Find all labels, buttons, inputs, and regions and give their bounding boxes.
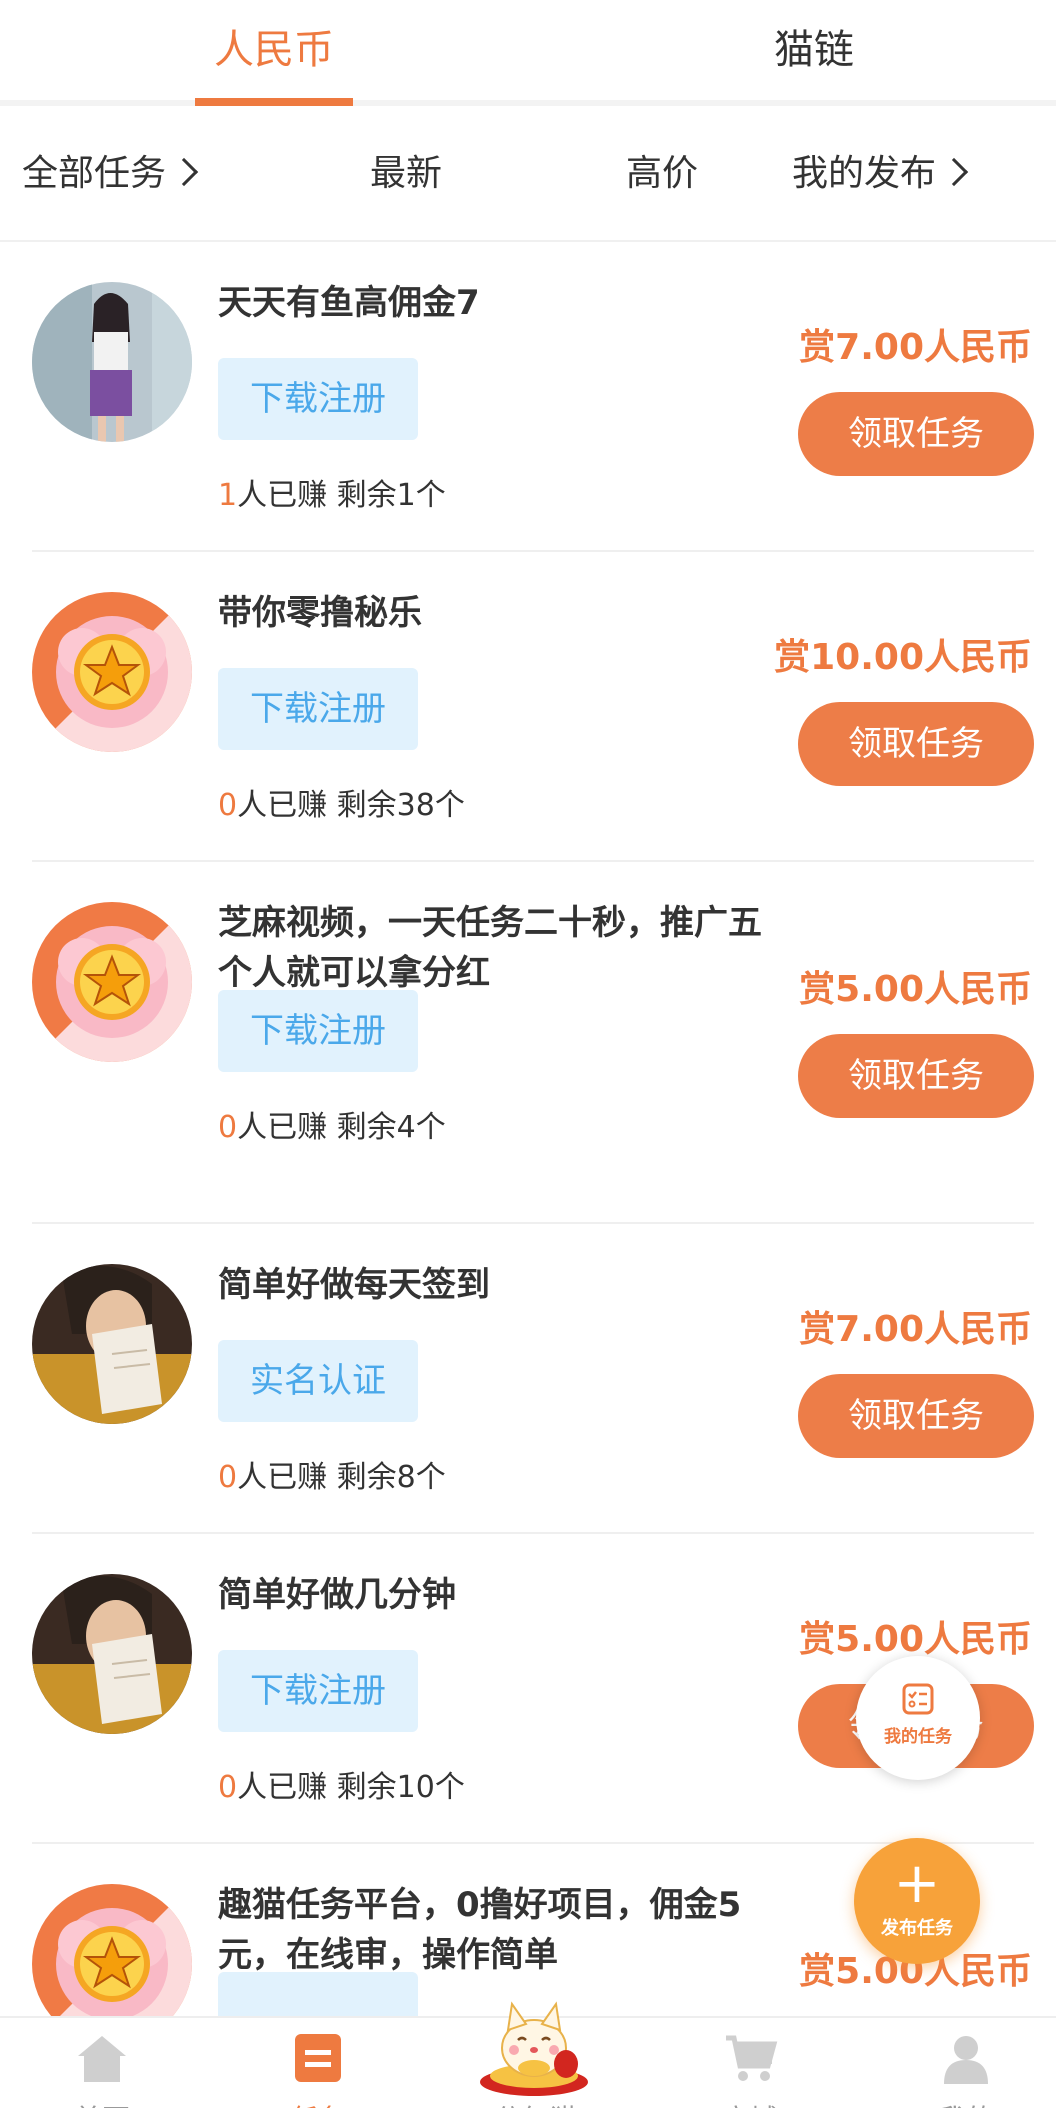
publish-task-fab[interactable]: + 发布任务: [854, 1838, 980, 1964]
claim-task-button[interactable]: 领取任务: [798, 1374, 1034, 1458]
photo-man-icon: [32, 1264, 192, 1424]
earned-suffix: 人已赚: [237, 478, 328, 513]
task-title: 简单好做每天签到: [218, 1265, 490, 1305]
filter-all-tasks-label: 全部任务: [22, 153, 167, 194]
task-stats: 0人已赚 剩余8个: [218, 1452, 446, 1496]
claim-task-button[interactable]: 领取任务: [798, 702, 1034, 786]
earned-suffix: 人已赚: [237, 1110, 328, 1145]
earned-suffix: 人已赚: [237, 1770, 328, 1805]
task-stats: 0人已赚 剩余10个: [218, 1762, 465, 1806]
nav-task[interactable]: 任务: [238, 2018, 398, 2108]
photo-man-icon: [32, 1574, 192, 1734]
earned-count: 0: [218, 1460, 238, 1495]
chevron-right-icon: [939, 157, 969, 187]
publish-task-label: 发布任务: [881, 1918, 953, 1939]
earned-count: 0: [218, 1110, 238, 1145]
nav-me-label: 我的: [886, 2098, 1046, 2108]
photo-woman-icon: [32, 282, 192, 442]
plus-icon: +: [893, 1851, 941, 1916]
task-reward: 赏7.00人民币: [799, 1309, 1032, 1350]
filter-all-tasks[interactable]: 全部任务: [22, 106, 199, 242]
nav-me[interactable]: 我的: [886, 2018, 1046, 2108]
claim-task-button[interactable]: 领取任务: [798, 392, 1034, 476]
nav-home-label: 首页: [22, 2098, 182, 2108]
task-stats: 1人已赚 剩余1个: [218, 470, 446, 514]
top-tab-bar: 人民币 猫链: [0, 0, 1056, 106]
filter-bar: 全部任务 最新 高价 我的发布: [0, 106, 1056, 242]
task-reward: 赏5.00人民币: [799, 1619, 1032, 1660]
task-icon: [293, 2032, 343, 2088]
remaining-count: 剩余38个: [336, 788, 465, 823]
task-type-tag: 下载注册: [218, 1650, 418, 1732]
task-type-tag: 下载注册: [218, 668, 418, 750]
remaining-count: 剩余1个: [336, 478, 446, 513]
earned-suffix: 人已赚: [237, 788, 328, 823]
filter-my-published-label: 我的发布: [792, 153, 937, 194]
user-icon: [940, 2032, 992, 2088]
earned-count: 0: [218, 788, 238, 823]
chevron-right-icon: [169, 157, 199, 187]
remaining-count: 剩余10个: [336, 1770, 465, 1805]
tab-rmb[interactable]: 人民币: [195, 0, 353, 100]
task-reward: 赏10.00人民币: [774, 637, 1032, 678]
nav-shop-label: 商城: [670, 2098, 830, 2108]
task-list-icon: [901, 1682, 935, 1720]
home-icon: [74, 2032, 130, 2088]
earned-suffix: 人已赚: [237, 1460, 328, 1495]
claim-task-button[interactable]: 领取任务: [798, 1034, 1034, 1118]
task-item[interactable]: 天天有鱼高佣金7 下载注册 1人已赚 剩余1个 赏7.00人民币 领取任务: [0, 242, 1056, 552]
filter-high-price[interactable]: 高价: [626, 106, 698, 242]
remaining-count: 剩余8个: [336, 1460, 446, 1495]
my-tasks-label: 我的任务: [884, 1727, 952, 1747]
task-item[interactable]: 简单好做每天签到 实名认证 0人已赚 剩余8个 赏7.00人民币 领取任务: [0, 1224, 1056, 1534]
nav-task-label: 任务: [238, 2098, 398, 2108]
task-stats: 0人已赚 剩余38个: [218, 780, 465, 824]
cart-icon: [722, 2032, 778, 2088]
task-item[interactable]: 芝麻视频，一天任务二十秒，推广五个人就可以拿分红 下载注册 0人已赚 剩余4个 …: [0, 862, 1056, 1224]
task-reward: 赏7.00人民币: [799, 327, 1032, 368]
my-tasks-fab[interactable]: 我的任务: [856, 1656, 980, 1780]
earned-count: 0: [218, 1770, 238, 1805]
task-title: 芝麻视频，一天任务二十秒，推广五个人就可以拿分红: [218, 903, 762, 993]
task-title: 简单好做几分钟: [218, 1575, 456, 1615]
task-title: 趣猫任务平台，0撸好项目，佣金5元，在线审，操作简单: [218, 1885, 742, 1975]
task-reward: 赏5.00人民币: [799, 969, 1032, 1010]
star-badge-icon: [32, 902, 192, 1062]
remaining-count: 剩余4个: [336, 1110, 446, 1145]
task-title: 带你零撸秘乐: [218, 593, 422, 633]
task-list: 天天有鱼高佣金7 下载注册 1人已赚 剩余1个 赏7.00人民币 领取任务 带你…: [0, 242, 1056, 2104]
tab-maolian[interactable]: 猫链: [735, 0, 893, 100]
task-item[interactable]: 带你零撸秘乐 下载注册 0人已赚 剩余38个 赏10.00人民币 领取任务: [0, 552, 1056, 862]
star-badge-icon: [32, 592, 192, 752]
task-type-tag: 下载注册: [218, 358, 418, 440]
nav-home[interactable]: 首页: [22, 2018, 182, 2108]
earned-count: 1: [218, 478, 238, 513]
lucky-cat-icon[interactable]: [474, 1990, 594, 2100]
active-tab-indicator: [195, 98, 353, 106]
filter-my-published[interactable]: 我的发布: [792, 106, 969, 242]
task-title: 天天有鱼高佣金7: [218, 283, 480, 323]
task-stats: 0人已赚 剩余4个: [218, 1102, 446, 1146]
task-type-tag: 实名认证: [218, 1340, 418, 1422]
nav-shop[interactable]: 商城: [670, 2018, 830, 2108]
filter-latest[interactable]: 最新: [370, 106, 442, 242]
task-type-tag: 下载注册: [218, 990, 418, 1072]
